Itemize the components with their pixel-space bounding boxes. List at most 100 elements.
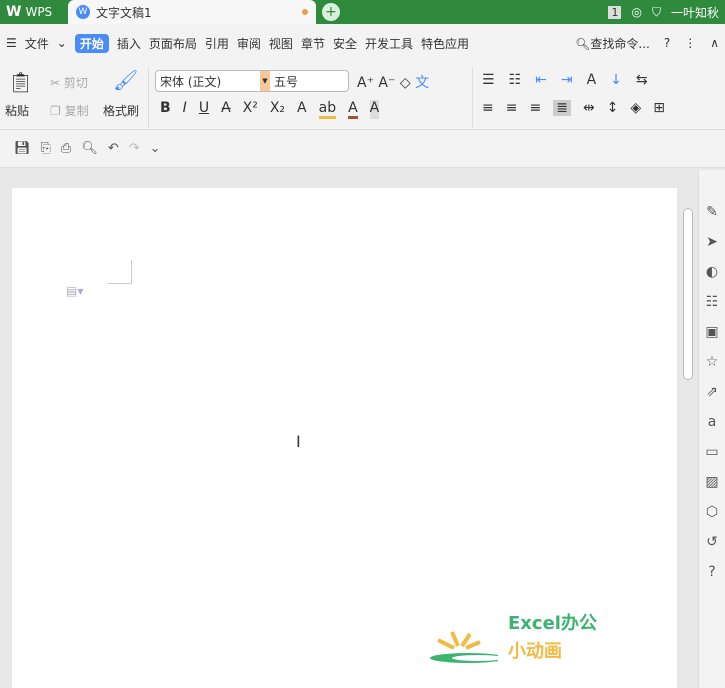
font-name-input[interactable]: 宋体 (正文) bbox=[156, 71, 260, 91]
align-center-icon[interactable]: ≡ bbox=[506, 100, 518, 116]
gallery-icon[interactable]: ▣ bbox=[705, 324, 718, 340]
quick-access-toolbar: 💾︎ ⎘ ⎙ 🔍︎ ↶ ↷ ⌄ bbox=[0, 130, 725, 168]
format-painter-button[interactable]: 格式刷 bbox=[103, 102, 139, 119]
bold-icon[interactable]: B bbox=[160, 100, 171, 119]
strikethrough-icon[interactable]: A̶ bbox=[221, 100, 231, 119]
tab-view[interactable]: 视图 bbox=[269, 35, 293, 52]
borders-icon[interactable]: ⊞ bbox=[653, 100, 665, 116]
app-name: WPS bbox=[25, 5, 53, 19]
align-left-icon[interactable]: ≡ bbox=[482, 100, 494, 116]
translate-icon[interactable]: a bbox=[708, 414, 717, 430]
new-tab-button[interactable]: + bbox=[322, 3, 340, 21]
redo-icon[interactable]: ↷ bbox=[129, 141, 140, 156]
document-tab-label: 文字文稿1 bbox=[96, 5, 152, 20]
share-icon[interactable]: ⇗ bbox=[706, 384, 718, 400]
wps-home-tab[interactable]: W WPS bbox=[0, 0, 68, 24]
superscript-icon[interactable]: X² bbox=[243, 100, 258, 119]
bullets-icon[interactable]: ☰ bbox=[482, 72, 495, 88]
shrink-font-icon[interactable]: A⁻ bbox=[378, 75, 395, 91]
tab-references[interactable]: 引用 bbox=[205, 35, 229, 52]
italic-icon[interactable]: I bbox=[183, 100, 187, 119]
skin-icon[interactable]: ◎ bbox=[631, 5, 641, 19]
justify-icon[interactable]: ≣ bbox=[553, 100, 571, 116]
copy-button[interactable]: ❐ 复制 bbox=[50, 102, 89, 119]
align-right-icon[interactable]: ≡ bbox=[529, 100, 541, 116]
grow-font-icon[interactable]: A⁺ bbox=[357, 75, 374, 91]
paragraph-row-1: ☰ ☷ ⇤ ⇥ A ↓ ⇆ bbox=[482, 72, 648, 88]
cut-label: 剪切 bbox=[63, 76, 88, 90]
right-sidebar: ✎ ➤ ◐ ☷ ▣ ☆ ⇗ a ▭ ▨ ⬡ ↺ ? bbox=[698, 170, 725, 688]
cut-button[interactable]: ✂ 剪切 bbox=[50, 74, 88, 91]
window-count-badge[interactable]: 1 bbox=[608, 5, 622, 19]
tab-review[interactable]: 审阅 bbox=[237, 35, 261, 52]
help-circle-icon[interactable]: ? bbox=[708, 564, 715, 580]
search-label: 查找命令... bbox=[590, 36, 650, 51]
font-color-icon[interactable]: A bbox=[348, 100, 358, 119]
more-icon[interactable]: ⋮ bbox=[684, 36, 696, 50]
watermark-sun-logo bbox=[428, 628, 506, 668]
tab-insert[interactable]: 插入 bbox=[117, 35, 141, 52]
scroll-thumb[interactable] bbox=[683, 208, 693, 380]
vertical-scrollbar[interactable] bbox=[680, 170, 696, 688]
image-icon[interactable]: ▨ bbox=[705, 474, 718, 490]
help-icon[interactable]: ? bbox=[664, 36, 670, 50]
tab-home[interactable]: 开始 bbox=[74, 33, 109, 53]
star-icon[interactable]: ☆ bbox=[706, 354, 719, 370]
numbering-icon[interactable]: ☷ bbox=[509, 72, 522, 88]
font-selector[interactable]: 宋体 (正文) ▼ 五号 bbox=[155, 70, 349, 92]
archive-icon[interactable]: ▭ bbox=[705, 444, 718, 460]
search-icon: 🔍︎ bbox=[575, 36, 591, 51]
char-shading-icon[interactable]: A bbox=[369, 100, 380, 119]
paragraph-icon[interactable]: ⇆ bbox=[636, 72, 648, 88]
decrease-indent-icon[interactable]: ⇤ bbox=[535, 72, 547, 88]
shirt-icon[interactable]: ⛉ bbox=[652, 5, 661, 20]
output-icon[interactable]: ⎘ bbox=[41, 141, 51, 156]
search-command[interactable]: 🔍︎查找命令... bbox=[575, 35, 650, 52]
history-icon[interactable]: ↺ bbox=[706, 534, 718, 550]
pinyin-icon[interactable]: 文 bbox=[415, 75, 429, 91]
menu-bar: ☰ 文件 ⌄ 开始 插入 页面布局 引用 审阅 视图 章节 安全 开发工具 特色… bbox=[0, 24, 725, 62]
title-bar: W WPS W 文字文稿1 + 1 ◎ ⛉ 一叶知秋 bbox=[0, 0, 725, 24]
user-name[interactable]: 一叶知秋 bbox=[671, 4, 719, 21]
tab-page-layout[interactable]: 页面布局 bbox=[149, 35, 197, 52]
paragraph-row-2: ≡ ≡ ≡ ≣ ⇹ ↕ ◈ ⊞ bbox=[482, 100, 665, 116]
hamburger-icon[interactable]: ☰ bbox=[6, 36, 17, 50]
distribute-icon[interactable]: ⇹ bbox=[583, 100, 595, 116]
save-icon[interactable]: 💾︎ bbox=[14, 141, 31, 156]
select-icon[interactable]: ➤ bbox=[706, 234, 718, 250]
clear-format-icon[interactable]: ◇ bbox=[400, 75, 411, 91]
tab-security[interactable]: 安全 bbox=[333, 35, 357, 52]
undo-icon[interactable]: ↶ bbox=[108, 141, 119, 156]
format-painter-icon[interactable]: 🖌︎ bbox=[113, 68, 138, 92]
pen-icon[interactable]: ✎ bbox=[706, 204, 718, 220]
collapse-ribbon-icon[interactable]: ∧ bbox=[710, 36, 719, 50]
underline-icon[interactable]: U bbox=[199, 100, 209, 119]
settings-sliders-icon[interactable]: ☷ bbox=[706, 294, 719, 310]
print-icon[interactable]: ⎙ bbox=[61, 141, 71, 156]
subscript-icon[interactable]: X₂ bbox=[270, 100, 285, 119]
print-preview-icon[interactable]: 🔍︎ bbox=[81, 141, 98, 156]
customize-icon[interactable]: ⌄ bbox=[150, 141, 161, 156]
chevron-down-icon[interactable]: ⌄ bbox=[57, 36, 67, 50]
paragraph-layout-icon[interactable]: ▤▾ bbox=[66, 284, 83, 298]
shading-icon[interactable]: ◈ bbox=[630, 100, 641, 116]
menu-file[interactable]: 文件 bbox=[25, 35, 49, 52]
char-spacing-icon[interactable]: A bbox=[587, 72, 597, 88]
shapes-icon[interactable]: ◐ bbox=[706, 264, 718, 280]
paste-button[interactable]: 粘贴 bbox=[5, 102, 29, 119]
unsaved-dot-icon bbox=[302, 9, 308, 15]
paste-icon[interactable]: 📋︎ bbox=[8, 70, 33, 94]
shield-icon[interactable]: ⬡ bbox=[706, 504, 718, 520]
increase-indent-icon[interactable]: ⇥ bbox=[561, 72, 573, 88]
highlight-icon[interactable]: ab bbox=[318, 100, 337, 119]
font-dropdown-icon[interactable]: ▼ bbox=[260, 71, 270, 91]
sort-icon[interactable]: ↓ bbox=[610, 72, 622, 88]
writer-doc-icon: W bbox=[76, 5, 90, 19]
tab-special[interactable]: 特色应用 bbox=[421, 35, 469, 52]
text-effect-icon[interactable]: A bbox=[297, 100, 307, 119]
tab-section[interactable]: 章节 bbox=[301, 35, 325, 52]
line-spacing-icon[interactable]: ↕ bbox=[607, 100, 619, 116]
tab-developer[interactable]: 开发工具 bbox=[365, 35, 413, 52]
font-size-input[interactable]: 五号 bbox=[270, 71, 348, 91]
document-tab[interactable]: W 文字文稿1 bbox=[68, 0, 316, 24]
